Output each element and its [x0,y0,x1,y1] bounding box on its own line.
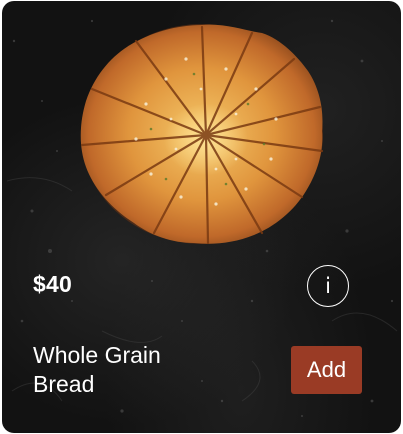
info-button[interactable]: i [307,265,349,307]
product-card: $40 i Whole Grain Bread Add [2,1,401,433]
product-name: Whole Grain Bread [33,341,233,399]
product-name-line1: Whole Grain [33,342,161,368]
product-price: $40 [33,271,72,297]
product-name-line2: Bread [33,371,95,397]
add-button[interactable]: Add [291,346,362,394]
bread-image [80,24,324,245]
info-icon: i [325,273,331,298]
